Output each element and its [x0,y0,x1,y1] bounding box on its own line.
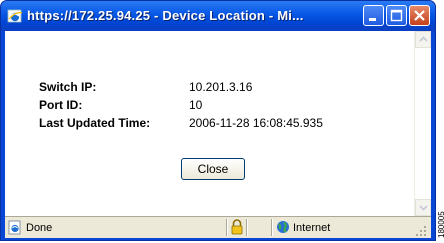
chevron-up-icon [419,36,428,42]
window-title: https://172.25.94.25 - Device Location -… [27,8,304,23]
chevron-down-icon [419,205,428,211]
port-id-label: Port ID: [39,98,83,112]
close-button[interactable]: Close [181,158,245,180]
last-updated-time-label: Last Updated Time: [39,116,151,130]
resize-grip-icon[interactable] [416,225,428,237]
minimize-button[interactable] [363,5,384,26]
switch-ip-label: Switch IP: [39,80,97,94]
status-divider [246,219,248,236]
device-location-details: Switch IP: 10.201.3.16 Port ID: 10 Last … [5,31,414,216]
status-divider [226,219,228,236]
status-bar: Done Internet [5,216,431,238]
status-text: Done [26,222,53,234]
page-content-area: Switch IP: 10.201.3.16 Port ID: 10 Last … [5,31,431,216]
globe-icon [276,220,290,234]
scroll-down-button[interactable] [415,199,431,216]
close-window-button[interactable] [409,5,430,26]
scroll-up-button[interactable] [415,31,431,48]
page-icon [8,220,22,235]
switch-ip-value: 10.201.3.16 [189,80,253,94]
figure-id: 180005 [437,211,444,238]
maximize-icon [390,9,403,22]
lock-icon [230,219,244,235]
browser-popup-window: https://172.25.94.25 - Device Location -… [0,0,436,241]
close-icon [414,10,425,21]
status-divider [271,219,273,236]
vertical-scrollbar[interactable] [414,31,431,216]
port-id-value: 10 [189,98,203,112]
minimize-icon [369,18,376,21]
internet-explorer-icon [7,8,23,24]
security-zone-text: Internet [293,222,331,234]
last-updated-time-value: 2006-11-28 16:08:45.935 [189,116,323,130]
title-bar[interactable]: https://172.25.94.25 - Device Location -… [1,1,435,31]
maximize-button[interactable] [386,5,407,26]
